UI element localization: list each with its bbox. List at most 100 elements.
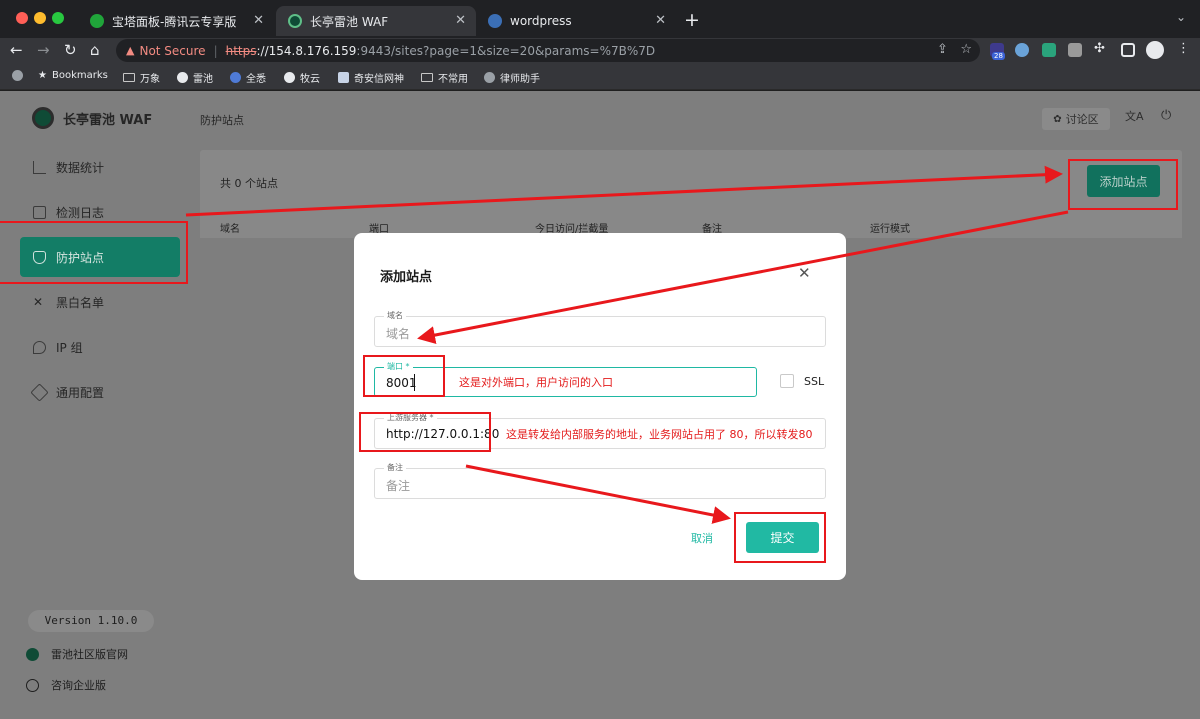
url-path: :9443/sites?page=1&size=20&params=%7B%7D	[356, 43, 656, 58]
share-and-star-icons[interactable]: ⇪ ☆	[937, 42, 972, 57]
log-document-icon	[33, 205, 46, 219]
community-site-link[interactable]: 雷池社区版官网	[26, 646, 128, 662]
window-minimize-button[interactable]	[34, 12, 46, 24]
forward-arrow-icon[interactable]: →	[37, 41, 50, 59]
sidebar-item-label: 黑白名单	[56, 295, 105, 310]
highlight-box-sidebar	[0, 221, 188, 284]
safeline-logo-icon	[26, 647, 39, 661]
version-badge: Version 1.10.0	[28, 610, 154, 632]
more-menu-icon[interactable]: ⋮	[1177, 41, 1190, 56]
extension-icon[interactable]	[1015, 43, 1029, 57]
sidebar-item-blacklist[interactable]: ✕ 黑白名单	[20, 282, 180, 322]
sidebar: 长亭雷池 WAF 数据统计 检测日志 防护站点 ✕ 黑白名单 IP 组 通用配置…	[0, 91, 200, 719]
sidepanel-icon[interactable]	[1121, 43, 1135, 57]
page-title: 防护站点	[200, 114, 244, 127]
paw-icon: ✿	[1053, 113, 1062, 125]
browser-tab-wordpress[interactable]: wordpress ✕	[476, 6, 676, 36]
ssl-label: SSL	[804, 375, 825, 388]
domain-field[interactable]: 域名 域名	[374, 310, 826, 347]
highlight-box-port	[363, 355, 445, 397]
url-host: ://154.8.176.159	[256, 43, 357, 58]
site-count: 共 0 个站点	[220, 177, 278, 190]
tab-title: 长亭雷池 WAF	[310, 14, 389, 29]
safeline-logo-icon	[32, 107, 54, 129]
sidebar-item-label: IP 组	[56, 340, 83, 355]
extensions-puzzle-icon[interactable]: ✣	[1094, 41, 1105, 56]
tab-close-icon[interactable]: ✕	[655, 13, 666, 28]
sidebar-item-settings[interactable]: 通用配置	[20, 372, 180, 412]
bookmark-folder[interactable]: 不常用	[421, 70, 468, 85]
highlight-box-add-button	[1068, 159, 1178, 210]
url-scheme: https	[225, 43, 257, 58]
new-tab-plus-icon[interactable]: +	[684, 9, 700, 31]
bookmark-item[interactable]: 奇安信网神	[338, 70, 404, 85]
tab-close-icon[interactable]: ✕	[455, 13, 466, 28]
remark-input-placeholder: 备注	[386, 479, 411, 493]
sidebar-item-label: 数据统计	[56, 160, 105, 175]
brand-name: 长亭雷池 WAF	[63, 112, 153, 128]
waf-favicon-icon	[288, 14, 302, 28]
apps-globe-icon[interactable]	[12, 70, 28, 81]
bar-chart-icon	[33, 160, 46, 174]
tab-close-icon[interactable]: ✕	[253, 13, 264, 28]
tools-icon: ✕	[33, 294, 44, 309]
discussion-button[interactable]: ✿ 讨论区	[1042, 108, 1110, 130]
highlight-box-upstream	[359, 412, 491, 452]
sidebar-item-label: 通用配置	[56, 385, 105, 400]
browser-toolbar: ← → ↻ ⌂ ▲ Not Secure | https ://154.8.17…	[0, 38, 1200, 64]
reload-icon[interactable]: ↻	[64, 41, 77, 59]
footer-link-label: 咨询企业版	[51, 679, 106, 692]
cancel-button[interactable]: 取消	[691, 530, 713, 546]
not-secure-label: Not Secure	[139, 43, 206, 58]
profile-avatar[interactable]	[1146, 41, 1164, 59]
footer-link-label: 雷池社区版官网	[51, 648, 128, 661]
language-icon[interactable]: 文A	[1125, 108, 1144, 124]
sidebar-item-statistics[interactable]: 数据统计	[20, 147, 180, 187]
domain-field-label: 域名	[384, 310, 406, 321]
bookmarks-bar: ★ Bookmarks 万象 雷池 全悉 牧云 奇安信网神 不常用 律师助手	[0, 64, 1200, 90]
dialog-title: 添加站点	[380, 270, 433, 285]
browser-tab-baota[interactable]: 宝塔面板-腾讯云专享版 ✕	[78, 6, 274, 36]
bookmark-item[interactable]: 全悉	[230, 70, 266, 85]
back-arrow-icon[interactable]: ←	[10, 41, 23, 59]
warning-triangle-icon: ▲	[126, 44, 135, 57]
tab-title: 宝塔面板-腾讯云专享版	[112, 14, 237, 29]
upstream-annotation: 这是转发给内部服务的地址，业务网站占用了 80，所以转发80	[506, 428, 813, 441]
headset-icon	[26, 678, 39, 692]
close-icon[interactable]: ✕	[798, 264, 811, 282]
omnibox-divider: |	[213, 43, 218, 58]
location-pin-icon	[33, 340, 46, 354]
extension-badge: 28	[992, 52, 1005, 60]
window-zoom-button[interactable]	[52, 12, 64, 24]
bookmark-item[interactable]: 雷池	[177, 70, 213, 85]
port-annotation: 这是对外端口，用户访问的入口	[459, 376, 613, 389]
browser-tab-waf[interactable]: 长亭雷池 WAF ✕	[276, 6, 476, 36]
bookmark-item[interactable]: ★ Bookmarks	[38, 70, 108, 81]
camera-extension-icon[interactable]	[1068, 43, 1082, 57]
tab-search-chevron-icon[interactable]: ⌄	[1176, 10, 1186, 24]
table-header-mode: 运行模式	[870, 224, 910, 235]
home-icon[interactable]: ⌂	[90, 41, 100, 59]
discussion-label: 讨论区	[1065, 113, 1099, 126]
wordpress-favicon-icon	[488, 14, 502, 28]
extension-icon[interactable]	[1042, 43, 1056, 57]
enterprise-consult-link[interactable]: 咨询企业版	[26, 677, 106, 693]
brand: 长亭雷池 WAF	[32, 107, 152, 129]
remark-field[interactable]: 备注 备注	[374, 462, 826, 499]
bookmark-item[interactable]: 牧云	[284, 70, 320, 85]
address-bar[interactable]: ▲ Not Secure | https ://154.8.176.159 :9…	[116, 39, 980, 62]
logout-icon[interactable]: ⏻	[1161, 108, 1171, 123]
domain-input-placeholder: 域名	[386, 327, 411, 341]
sidebar-item-ip-group[interactable]: IP 组	[20, 327, 180, 367]
window-close-button[interactable]	[16, 12, 28, 24]
table-header-domain: 域名	[220, 224, 240, 235]
remark-field-label: 备注	[384, 462, 406, 473]
highlight-box-submit	[734, 512, 826, 563]
bookmark-item[interactable]: 律师助手	[484, 70, 540, 85]
sidebar-item-label: 检测日志	[56, 205, 105, 220]
ssl-checkbox[interactable]	[780, 374, 794, 388]
settings-icon	[30, 382, 49, 402]
bookmark-folder[interactable]: 万象	[123, 70, 160, 85]
baota-favicon-icon	[90, 14, 104, 28]
browser-tab-bar: 宝塔面板-腾讯云专享版 ✕ 长亭雷池 WAF ✕ wordpress ✕ + ⌄	[0, 0, 1200, 38]
